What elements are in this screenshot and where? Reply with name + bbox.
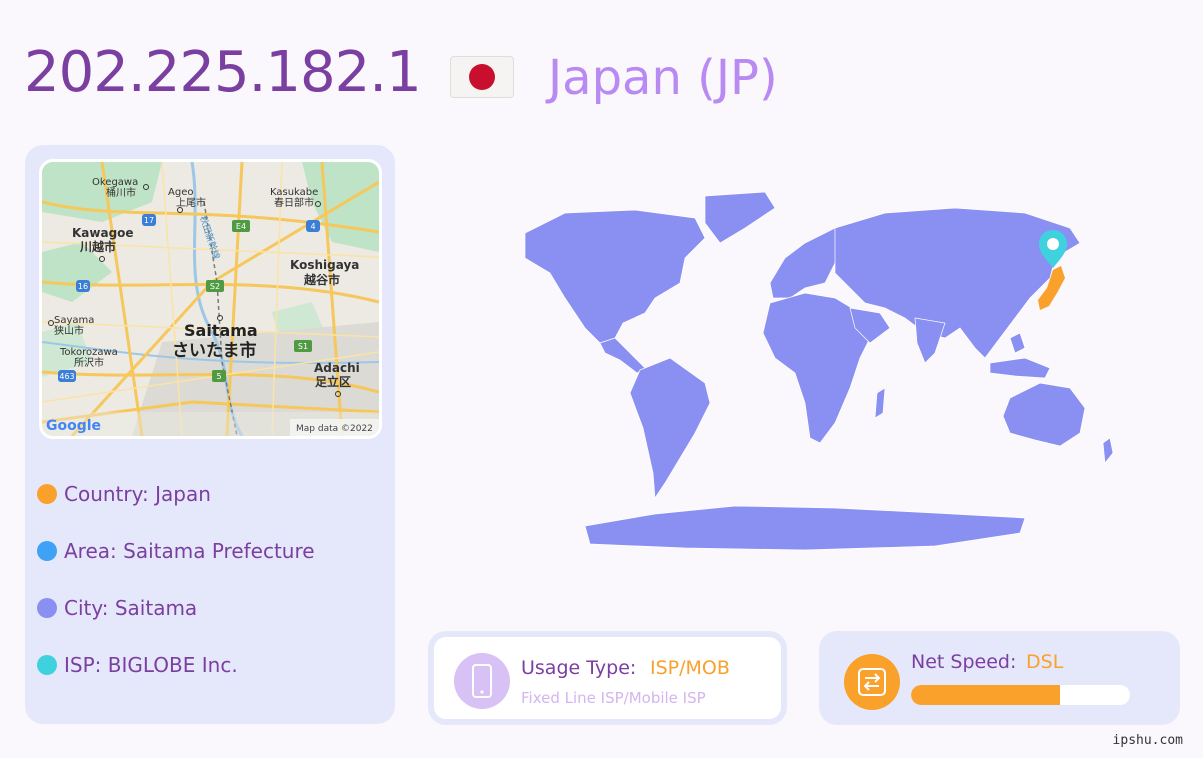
mobile-phone-icon — [454, 653, 510, 709]
map-place-en: Ageo — [168, 187, 193, 198]
net-speed-value: DSL — [1026, 651, 1064, 673]
map-attribution: Map data ©2022 — [296, 424, 373, 434]
route-badge: 5 — [216, 372, 221, 381]
route-badge: E4 — [236, 222, 246, 231]
info-area: Area: Saitama Prefecture — [37, 522, 315, 579]
route-badge: 16 — [78, 282, 88, 291]
map-place-en: Koshigaya — [290, 258, 359, 272]
map-place-ja: 川越市 — [79, 239, 116, 254]
map-place-ja: 所沢市 — [74, 356, 104, 369]
map-place-ja: さいたま市 — [172, 340, 257, 361]
map-place-en: Adachi — [314, 361, 360, 375]
info-city: City: Saitama — [37, 579, 315, 636]
purple-dot-icon — [37, 597, 57, 618]
map-place-ja: 足立区 — [315, 374, 351, 389]
map-place-en: Saitama — [184, 321, 258, 340]
net-speed-bar — [911, 685, 1130, 705]
map-place-ja: 越谷市 — [303, 272, 340, 287]
google-logo: Google — [46, 418, 101, 434]
map-place-en: Kawagoe — [72, 226, 134, 240]
route-badge: 463 — [59, 372, 74, 381]
info-label: City: Saitama — [64, 595, 198, 620]
info-isp: ISP: BIGLOBE Inc. — [37, 636, 315, 693]
map-place-en: Tokorozawa — [59, 347, 118, 358]
map-place-ja: 春日部市 — [274, 196, 314, 209]
orange-dot-icon — [37, 483, 57, 504]
location-map[interactable]: 17 E4 4 16 S2 S1 5 463 秋田新幹線 Okegawa 桶川市… — [39, 159, 382, 439]
usage-type-value: ISP/MOB — [650, 657, 730, 679]
location-panel: 17 E4 4 16 S2 S1 5 463 秋田新幹線 Okegawa 桶川市… — [25, 145, 395, 724]
info-label: Country: Japan — [64, 481, 211, 506]
usage-type-card: Usage Type: ISP/MOB Fixed Line ISP/Mobil… — [428, 631, 787, 725]
info-label: Area: Saitama Prefecture — [64, 538, 315, 563]
ip-address-title: 202.225.182.1 — [24, 40, 422, 105]
info-list: Country: Japan Area: Saitama Prefecture … — [37, 465, 315, 693]
map-place-ja: 桶川市 — [106, 186, 136, 199]
network-device-icon — [844, 654, 900, 710]
net-speed-bar-fill — [911, 685, 1060, 705]
info-label: ISP: BIGLOBE Inc. — [64, 652, 238, 677]
map-place-en: Sayama — [54, 315, 94, 326]
map-place-en: Kasukabe — [270, 187, 318, 198]
watermark: ipshu.com — [1112, 733, 1183, 748]
blue-dot-icon — [37, 540, 57, 561]
map-place-ja: 狭山市 — [54, 324, 84, 337]
usage-type-label: Usage Type: — [521, 657, 637, 679]
net-speed-label: Net Speed: — [911, 651, 1017, 673]
japan-flag-icon — [450, 56, 514, 98]
route-badge: 17 — [144, 216, 154, 225]
country-title: Japan (JP) — [548, 50, 778, 106]
teal-dot-icon — [37, 654, 57, 675]
map-place-en: Okegawa — [92, 177, 138, 188]
route-badge: 4 — [310, 222, 315, 231]
route-badge: S2 — [210, 282, 220, 291]
net-speed-card: Net Speed: DSL — [819, 631, 1180, 725]
route-badge: S1 — [298, 342, 308, 351]
world-map — [524, 191, 1114, 551]
info-country: Country: Japan — [37, 465, 315, 522]
usage-type-description: Fixed Line ISP/Mobile ISP — [521, 689, 706, 707]
